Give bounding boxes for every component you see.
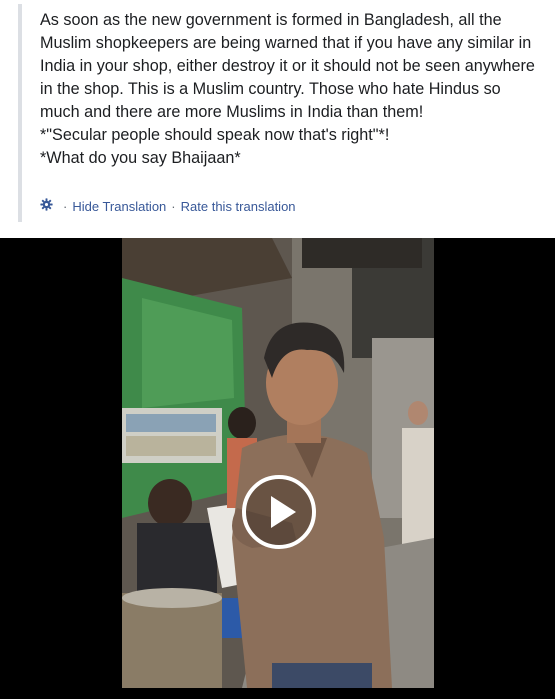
post-paragraph: *What do you say Bhaijaan* — [40, 149, 241, 167]
post-quote-block: As soon as the new government is formed … — [0, 0, 555, 238]
video-player[interactable] — [0, 238, 555, 699]
post-page: As soon as the new government is formed … — [0, 0, 555, 699]
play-icon — [271, 496, 296, 528]
gear-icon[interactable] — [40, 198, 58, 214]
hide-translation-link[interactable]: Hide Translation — [72, 199, 166, 214]
play-button[interactable] — [242, 475, 316, 549]
translation-separator: · — [63, 198, 68, 214]
translation-separator: · — [171, 198, 176, 214]
video-frame — [122, 238, 434, 688]
translation-bar: · Hide Translation · Rate this translati… — [40, 197, 296, 215]
post-paragraph: *"Secular people should speak now that's… — [40, 126, 390, 144]
rate-translation-link[interactable]: Rate this translation — [181, 199, 296, 214]
post-text: As soon as the new government is formed … — [40, 9, 540, 170]
quote-bar — [18, 4, 22, 222]
video-thumbnail — [122, 238, 434, 688]
post-paragraph: As soon as the new government is formed … — [40, 11, 535, 121]
